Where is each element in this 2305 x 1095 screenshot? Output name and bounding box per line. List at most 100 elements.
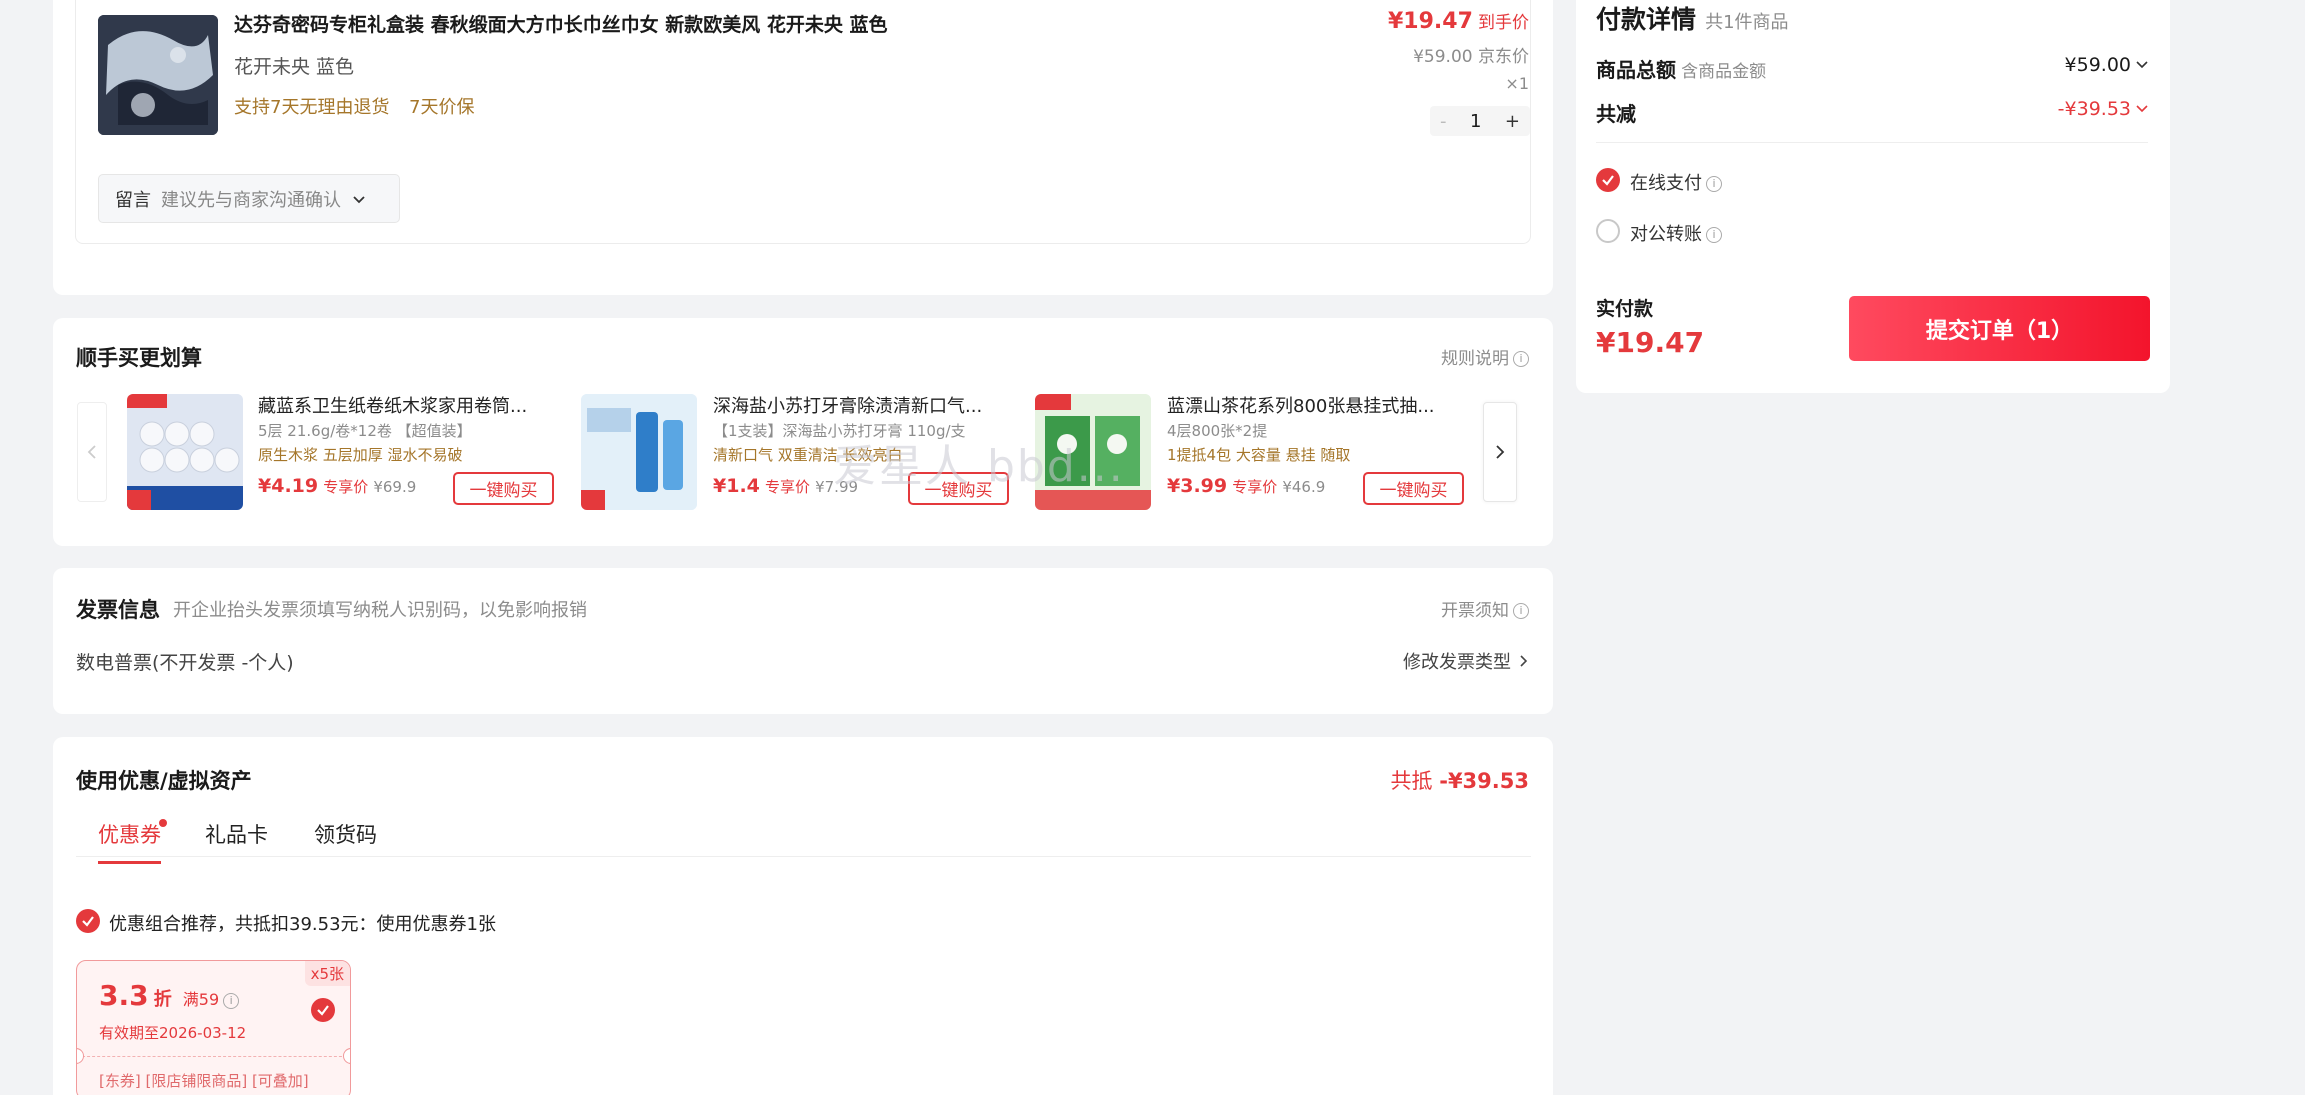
chevron-left-icon (87, 445, 96, 459)
chevron-right-icon (1520, 655, 1528, 667)
submit-order-button[interactable]: 提交订单（1） (1849, 296, 2150, 361)
online-pay-label: 在线支付 (1630, 173, 1702, 194)
goods-total-row: 商品总额 含商品金额 (1596, 54, 1766, 83)
coupon-discount-unit: 折 (153, 989, 172, 1010)
product-variant: 花开未央 蓝色 (234, 56, 355, 78)
actual-pay-label: 实付款 (1596, 298, 1654, 320)
payment-title: 付款详情 (1596, 5, 1697, 34)
invoice-type: 数电普票(不开发票 -个人) (76, 652, 294, 674)
info-icon: i (1513, 603, 1529, 619)
addon-item-price: ¥1.4 (713, 475, 760, 497)
carousel-next-button[interactable] (1483, 402, 1517, 502)
invoice-title: 发票信息 (76, 598, 160, 622)
quantity-label: ×1 (1505, 74, 1529, 93)
addon-item-price: ¥3.99 (1167, 475, 1228, 497)
coupon-notch-right (343, 1048, 350, 1064)
product-image[interactable] (98, 15, 218, 135)
addon-item-price-row: ¥3.99 专享价 ¥46.9 (1167, 475, 1325, 497)
addon-item-image[interactable] (127, 394, 243, 510)
addon-item-name[interactable]: 蓝漂山茶花系列800张悬挂式抽... (1167, 392, 1435, 418)
check-icon (82, 916, 94, 927)
addon-item-tags: 1提抵4包 大容量 悬挂 随取 (1167, 446, 1351, 464)
addon-rules-label: 规则说明 (1441, 349, 1509, 369)
coupon-threshold: 满59 (182, 990, 220, 1009)
coupon-total-value: -¥39.53 (1439, 769, 1529, 793)
corporate-transfer-option[interactable]: 对公转账 i (1630, 220, 1722, 246)
addon-item-price: ¥4.19 (258, 475, 319, 497)
coupon-ticket[interactable]: x5张 3.3 折 满59 i 有效期至2026-03-12 [东券] [限店铺限… (76, 960, 351, 1095)
coupon-count-badge: x5张 (304, 961, 350, 986)
discount-value: -¥39.53 (2057, 98, 2131, 120)
addon-item-member-label: 专享价 (764, 478, 810, 496)
coupon-expiry: 有效期至2026-03-12 (99, 1024, 247, 1042)
coupon-selected-check[interactable] (311, 998, 335, 1022)
coupon-title: 使用优惠/虚拟资产 (76, 769, 252, 793)
jd-price-label: 京东价 (1478, 47, 1529, 67)
quantity-stepper: - 1 + (1430, 106, 1530, 136)
addon-rules-link[interactable]: 规则说明 i (1441, 344, 1529, 369)
payment-panel: 付款详情 共1件商品 商品总额 含商品金额 ¥59.00 共减 -¥39.53 … (1576, 0, 2170, 393)
divider (1596, 142, 2148, 143)
invoice-notice-label: 开票须知 (1441, 601, 1509, 621)
carousel-prev-button[interactable] (77, 402, 107, 502)
chevron-down-icon (2136, 105, 2148, 113)
addon-item-image[interactable] (581, 394, 697, 510)
addon-item-member-label: 专享价 (323, 478, 369, 496)
coupon-tabs: 优惠券 礼品卡 领货码 (76, 799, 1531, 864)
actual-pay-value: ¥19.47 (1596, 326, 1705, 359)
tab-coupons[interactable]: 优惠券 (98, 819, 167, 864)
invoice-notice-link[interactable]: 开票须知 i (1441, 596, 1529, 621)
coupon-total-label: 共抵 (1390, 769, 1433, 793)
discount-toggle[interactable]: -¥39.53 (2058, 98, 2148, 120)
addon-title: 顺手买更划算 (76, 346, 202, 370)
price-block: ¥19.47 到手价 (1388, 8, 1529, 34)
goods-total-label: 商品总额 (1596, 58, 1676, 82)
addon-item-price-row: ¥4.19 专享价 ¥69.9 (258, 475, 416, 497)
coupon-total: 共抵 -¥39.53 (1391, 765, 1529, 795)
jd-price: ¥59.00 (1413, 47, 1473, 67)
coupon-discount-row: 3.3 折 满59 i (99, 979, 240, 1012)
quantity-minus-button[interactable]: - (1440, 111, 1447, 132)
invoice-hint: 开企业抬头发票须填写纳税人识别码，以免影响报销 (173, 600, 587, 621)
quantity-value[interactable]: 1 (1470, 111, 1481, 132)
modify-invoice-link[interactable]: 修改发票类型 (1403, 648, 1529, 674)
service-price-protect[interactable]: 7天价保 (409, 93, 474, 119)
notification-dot (159, 819, 167, 827)
addon-item-name[interactable]: 藏蓝系卫生纸卷纸木浆家用卷筒... (258, 392, 527, 418)
corporate-transfer-radio[interactable] (1596, 219, 1620, 243)
one-click-buy-button[interactable]: 一键购买 (1363, 472, 1464, 505)
coupon-discount: 3.3 (99, 979, 149, 1012)
addon-item-name[interactable]: 深海盐小苏打牙膏除渍清新口气... (713, 392, 982, 418)
tab-gift-card[interactable]: 礼品卡 (205, 819, 268, 849)
message-dropdown[interactable]: 留言 建议先与商家沟通确认 (98, 174, 400, 223)
addon-item-spec: 5层 21.6g/卷*12卷 【超值装】 (258, 422, 472, 440)
online-pay-option[interactable]: 在线支付 i (1630, 169, 1722, 195)
discount-label: 共减 (1596, 102, 1636, 126)
modify-invoice-label: 修改发票类型 (1403, 652, 1511, 673)
check-icon (317, 1005, 329, 1016)
quantity-plus-button[interactable]: + (1505, 111, 1520, 132)
payment-title-row: 付款详情 共1件商品 (1596, 0, 1789, 36)
deal-price: ¥19.47 (1388, 9, 1473, 34)
coupon-notch-left (77, 1048, 84, 1064)
goods-total-hint: 含商品金额 (1681, 62, 1767, 82)
info-icon: i (223, 992, 240, 1009)
coupon-divider (77, 1056, 350, 1057)
tab-pickup-code[interactable]: 领货码 (314, 819, 377, 849)
online-pay-radio[interactable] (1596, 168, 1620, 192)
goods-total-toggle[interactable]: ¥59.00 (2065, 54, 2148, 76)
message-placeholder: 建议先与商家沟通确认 (161, 189, 341, 211)
product-title[interactable]: 达芬奇密码专柜礼盒装 春秋缎面大方巾长巾丝巾女 新款欧美风 花开未央 蓝色 (234, 10, 887, 37)
coupon-card: 使用优惠/虚拟资产 共抵 -¥39.53 优惠券 礼品卡 领货码 优惠组合推荐，… (53, 737, 1553, 1095)
info-icon: i (1513, 351, 1529, 367)
addon-card: 顺手买更划算 规则说明 i 藏蓝系卫生纸卷纸木浆家用卷筒... 5层 21.6g/… (53, 318, 1553, 546)
one-click-buy-button[interactable]: 一键购买 (453, 472, 554, 505)
deal-price-label: 到手价 (1478, 13, 1529, 33)
invoice-card: 发票信息 开企业抬头发票须填写纳税人识别码，以免影响报销 开票须知 i 数电普票(… (53, 568, 1553, 714)
recommend-text: 优惠组合推荐，共抵扣39.53元：使用优惠券1张 (109, 914, 496, 935)
info-icon: i (1706, 176, 1722, 192)
product-card: 达芬奇密码专柜礼盒装 春秋缎面大方巾长巾丝巾女 新款欧美风 花开未央 蓝色 花开… (53, 0, 1553, 295)
recommend-checkbox[interactable] (76, 909, 100, 933)
service-return[interactable]: 支持7天无理由退货 (234, 93, 389, 119)
chevron-down-icon (353, 188, 365, 209)
